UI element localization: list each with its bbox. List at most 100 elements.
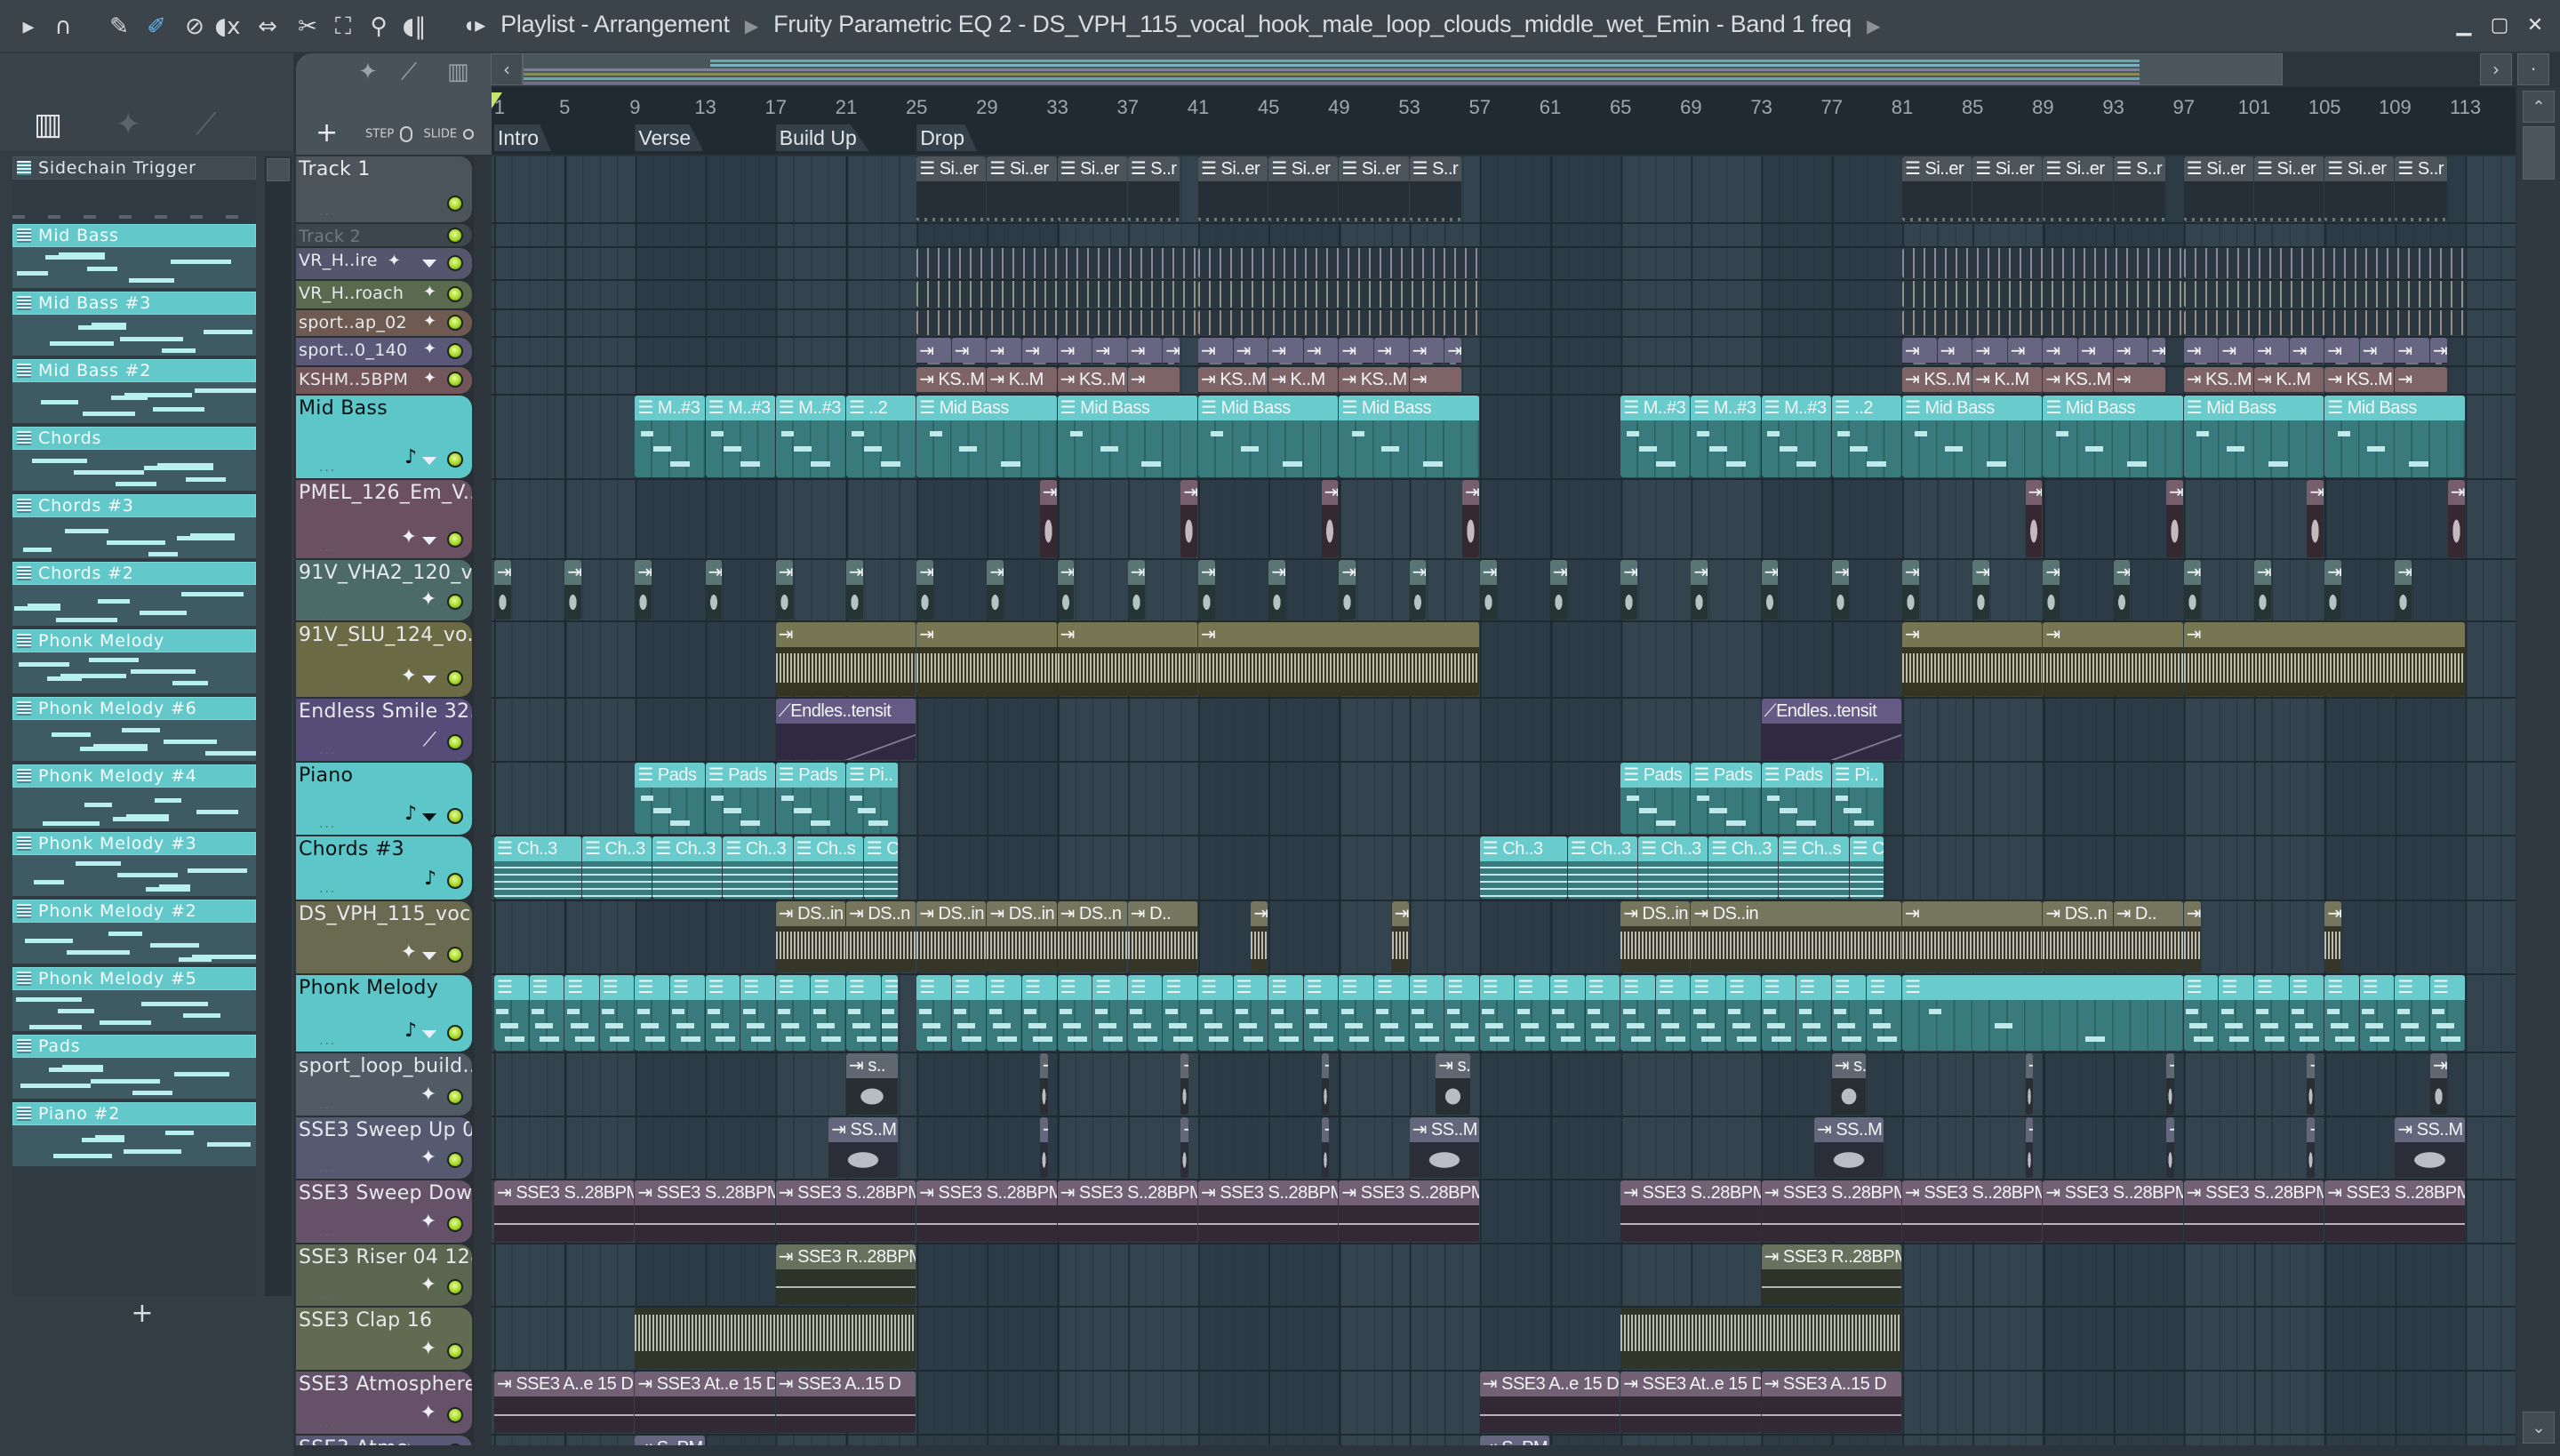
picker-item-header[interactable]: Phonk Melody #5 [12, 967, 256, 990]
clip[interactable]: ⇥ [2307, 480, 2324, 557]
clip-header[interactable]: ⇥ [1180, 480, 1197, 505]
clip[interactable]: ☰ Ch..3 [494, 836, 581, 899]
clip[interactable]: ☰ Si..er [1902, 156, 1972, 221]
clip[interactable]: ⇥ SSE3 S..28BPM [1339, 1180, 1479, 1242]
clip-header[interactable]: ⇥ [2183, 338, 2219, 364]
clip-header[interactable]: ⇥ [1039, 480, 1057, 505]
clip-header[interactable]: ☰ S..r [1127, 156, 1180, 181]
clip-header[interactable]: ⇥ [1233, 338, 1268, 364]
clip[interactable] [916, 248, 1197, 278]
picker-item-header[interactable]: Piano #2 [12, 1102, 256, 1125]
clip-header[interactable]: ⇥ SS..M [2395, 1117, 2465, 1142]
clip[interactable]: ☰ [2289, 975, 2324, 1051]
clip[interactable]: ☰ [2219, 975, 2253, 1051]
clip-header[interactable]: ☰ Mid Bass [1057, 396, 1197, 420]
clip-header[interactable]: ⇥ [1180, 1053, 1189, 1078]
clip[interactable] [1198, 281, 1479, 308]
picker-item[interactable]: Chords [12, 427, 256, 491]
clip-header[interactable]: ⇥ [1127, 338, 1163, 364]
picker-item-header[interactable]: Phonk Melody #2 [12, 900, 256, 923]
clip[interactable]: ⇥ D.. [1127, 901, 1197, 972]
clip[interactable]: ⇥ SSE3 A..e 15 D [1479, 1372, 1620, 1433]
maximize-button[interactable]: ▢ [2484, 11, 2515, 41]
clip[interactable]: ☰ [1831, 975, 1867, 1051]
mute-icon[interactable]: ◖x [213, 12, 242, 41]
clip-header[interactable]: ⇥ SS..M [1409, 1117, 1479, 1142]
clip-header[interactable]: ☰ Mid Bass [1339, 396, 1479, 420]
select-icon[interactable]: ⛶ [329, 12, 357, 41]
clip-header[interactable]: ☰ [599, 975, 635, 1000]
track-mute-led[interactable] [447, 285, 463, 302]
clip-header[interactable]: ⇥ SSE3 S..28BPM [2183, 1180, 2324, 1205]
clip-header[interactable]: ⇥ [2166, 1117, 2174, 1142]
clip-header[interactable]: ☰ M..#3 [635, 396, 705, 420]
dropdown-arrow-icon[interactable] [422, 1030, 436, 1038]
clip[interactable]: ☰ Pads [1761, 763, 1831, 834]
clip[interactable]: ☰ [1550, 975, 1585, 1051]
clip[interactable]: ☰ [1761, 975, 1796, 1051]
clip-header[interactable]: ⇥ SSE3 A..15 D [775, 1372, 916, 1396]
clip-header[interactable]: ☰ Ch..3 [1567, 836, 1637, 861]
clip-header[interactable]: ⇥ [2324, 338, 2359, 364]
clip[interactable]: ⇥ [1198, 622, 1479, 696]
clip-header[interactable]: ⇥ [1374, 338, 1409, 364]
clip[interactable]: ☰ Si..er [1198, 156, 1268, 221]
track-header[interactable]: SSE3 Sweep Up 01..... ✦ [296, 1117, 472, 1179]
track-header[interactable]: VR_H..ire ✦ [296, 248, 472, 279]
clip[interactable]: ⇥ [2007, 338, 2043, 364]
clip-header[interactable]: ⇥ SSE3 S..28BPM [635, 1180, 775, 1205]
clip-header[interactable]: ☰ Si..er [2183, 156, 2253, 181]
clip-header[interactable]: ⇥ [1198, 338, 1233, 364]
clip-header[interactable]: ☰ Mid Bass [2043, 396, 2183, 420]
clip[interactable]: ⇥ K..M [1972, 367, 2043, 393]
clip[interactable]: ☰ [916, 975, 951, 1051]
clip[interactable]: ☰ [1339, 975, 1373, 1051]
clip-header[interactable]: ⇥ KS..M [1902, 367, 1972, 393]
clip[interactable]: ☰ [1515, 975, 1549, 1051]
clip[interactable]: ⇥ [1233, 338, 1268, 364]
clip[interactable]: ☰ [635, 975, 669, 1051]
track-mute-led[interactable] [447, 873, 463, 889]
clip[interactable]: ⇥ [916, 560, 933, 620]
clip[interactable]: ⇥ DS..in [987, 901, 1057, 972]
clip-header[interactable]: ⇥ [1268, 560, 1285, 585]
track-mute-led[interactable] [447, 228, 463, 244]
clip[interactable]: ⇥ SSE3 At..e 15 D [635, 1372, 775, 1433]
picker-item-header[interactable]: Sidechain Trigger [12, 156, 256, 180]
picker-item-header[interactable]: Phonk Melody [12, 629, 256, 652]
clip[interactable]: ⇥ SS..M [828, 1117, 899, 1178]
clip-header[interactable]: ⇥ DS..in [1620, 901, 1691, 926]
add-pattern-button[interactable]: + [9, 1298, 276, 1333]
clip-header[interactable]: ⇥ [2166, 1053, 2174, 1078]
clip-header[interactable]: ☰ [1022, 975, 1057, 1000]
clip[interactable]: ⇥ [1092, 338, 1127, 364]
clip-header[interactable]: ☰ [1796, 975, 1831, 1000]
clip-header[interactable]: ⇥ [1163, 338, 1180, 364]
clip[interactable]: ⇥ [1303, 338, 1339, 364]
clip[interactable]: ⇥ [775, 622, 916, 696]
clip-header[interactable]: ☰ M..#3 [775, 396, 845, 420]
clip[interactable]: ☰ [740, 975, 775, 1051]
clip[interactable]: ⇥ [1620, 560, 1637, 620]
clip[interactable]: ⇥ [564, 560, 581, 620]
track-name[interactable]: 91V_SLU_124_vo.. [299, 624, 472, 646]
timeline-ruler[interactable]: 1 5 9 13 17 21 25 29 33 37 41 45 49 53 57 61 65 69 73 77 81 8… [492, 87, 2516, 155]
clip[interactable]: ⇥ [494, 560, 511, 620]
clip[interactable]: ☰ Si..er [2254, 156, 2324, 221]
clip[interactable]: ⇥ [1902, 901, 2043, 972]
clip[interactable]: ⇥ DS..n [1057, 901, 1127, 972]
clip-header[interactable]: ⇥ [1339, 560, 1356, 585]
clip-header[interactable]: ⇥ [1831, 560, 1849, 585]
clip[interactable]: ⇥ [1321, 480, 1339, 557]
clip-header[interactable]: ⇥ [1409, 560, 1427, 585]
clip-header[interactable]: ⇥ [1937, 338, 1972, 364]
clip[interactable]: ☰ [1303, 975, 1339, 1051]
clip-header[interactable]: ⇥ [1039, 1117, 1048, 1142]
clip-header[interactable]: ⇥ [2430, 1053, 2447, 1078]
clip[interactable]: ☰ Ch..s [793, 836, 863, 899]
dropdown-arrow-icon[interactable] [422, 457, 436, 465]
clip-header[interactable]: ☰ M..#3 [1761, 396, 1831, 420]
clip[interactable]: ☰ Pads [705, 763, 775, 834]
track-menu-dots[interactable]: ... [319, 603, 336, 617]
clip[interactable]: ⇥ S..PM [1479, 1436, 1549, 1445]
